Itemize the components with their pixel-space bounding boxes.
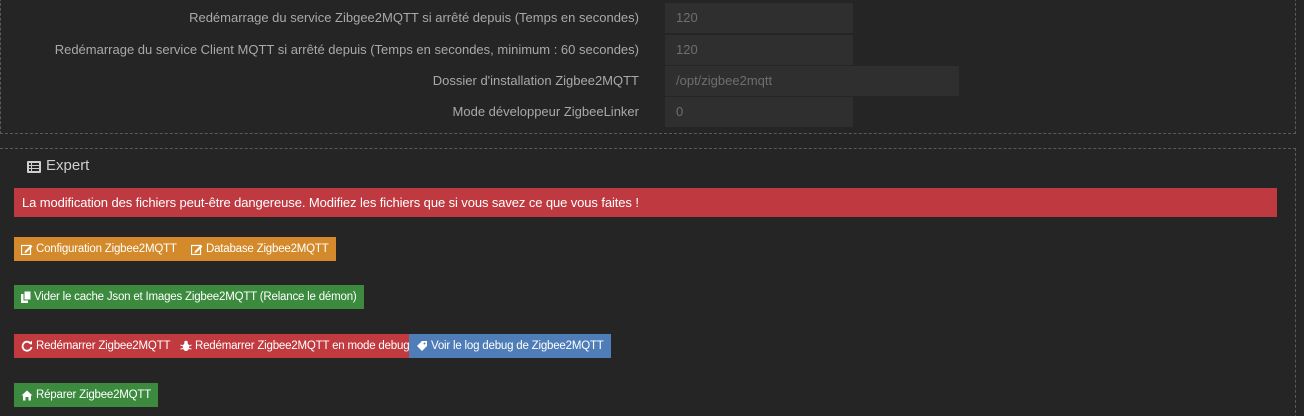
tag-icon <box>417 341 427 351</box>
expert-title: Expert <box>46 157 90 174</box>
repair-z2m-button[interactable]: Réparer Zigbee2MQTT <box>14 383 159 407</box>
database-z2m-label: Database Zigbee2MQTT <box>206 243 329 255</box>
home-icon <box>21 390 33 400</box>
clear-cache-button[interactable]: Vider le cache Json et Images Zigbee2MQT… <box>14 285 364 309</box>
restart-z2m-button[interactable]: Redémarrer Zigbee2MQTT <box>14 334 178 358</box>
view-debug-log-button[interactable]: Voir le log debug de Zigbee2MQTT <box>409 334 611 358</box>
restart-debug-label: Redémarrer Zigbee2MQTT en mode debug <box>195 340 410 352</box>
form-row-dev-mode: Mode développeur ZigbeeLinker <box>0 97 1294 127</box>
restart-debug-button[interactable]: Redémarrer Zigbee2MQTT en mode debug <box>173 334 417 358</box>
restart-mqtt-seconds-input[interactable] <box>665 35 853 65</box>
clear-cache-label: Vider le cache Json et Images Zigbee2MQT… <box>34 291 357 303</box>
form-row-restart-z2m: Redémarrage du service Zibgee2MQTT si ar… <box>0 3 1294 33</box>
config-z2m-label: Configuration Zigbee2MQTT <box>36 243 177 255</box>
edit-icon <box>21 244 33 255</box>
bug-icon <box>180 340 192 351</box>
form-row-install-dir: Dossier d'installation Zigbee2MQTT <box>0 66 1294 96</box>
restart-z2m-seconds-input[interactable] <box>665 3 853 33</box>
copy-icon <box>21 291 31 303</box>
expert-legend: Expert <box>27 157 89 174</box>
dev-mode-input[interactable] <box>665 97 853 127</box>
install-dir-input[interactable] <box>665 66 959 96</box>
refresh-icon <box>21 340 33 352</box>
database-z2m-button[interactable]: Database Zigbee2MQTT <box>184 237 336 261</box>
restart-z2m-label: Redémarrer Zigbee2MQTT <box>36 340 171 352</box>
config-z2m-button[interactable]: Configuration Zigbee2MQTT <box>14 237 184 261</box>
repair-z2m-label: Réparer Zigbee2MQTT <box>36 389 152 401</box>
field-label: Dossier d'installation Zigbee2MQTT <box>432 73 639 88</box>
view-debug-log-label: Voir le log debug de Zigbee2MQTT <box>431 340 604 352</box>
list-icon <box>27 160 41 173</box>
field-label: Redémarrage du service Client MQTT si ar… <box>54 42 639 57</box>
field-label: Redémarrage du service Zibgee2MQTT si ar… <box>189 10 639 25</box>
danger-alert: La modification des fichiers peut-être d… <box>14 188 1277 217</box>
edit-icon <box>191 244 203 255</box>
field-label: Mode développeur ZigbeeLinker <box>452 104 639 119</box>
form-row-restart-mqtt: Redémarrage du service Client MQTT si ar… <box>0 35 1294 65</box>
